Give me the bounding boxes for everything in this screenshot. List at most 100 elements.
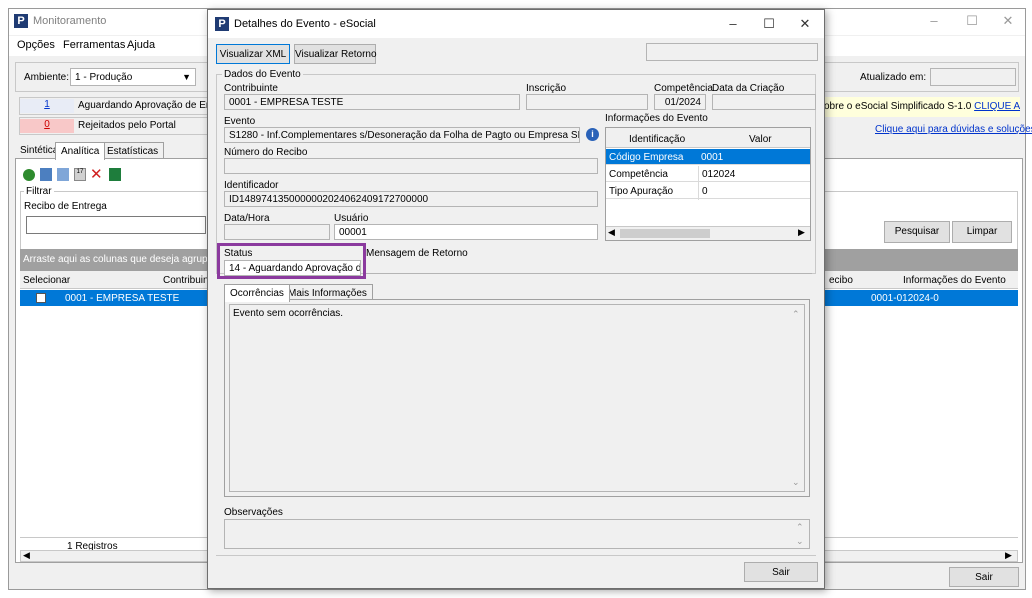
delete-icon[interactable]: ✕ bbox=[90, 165, 103, 183]
observacoes-label: Observações bbox=[224, 507, 283, 518]
copy-icon[interactable] bbox=[57, 168, 69, 181]
scroll-left-icon[interactable]: ◀ bbox=[23, 550, 30, 561]
info-col-valor[interactable]: Valor bbox=[746, 131, 775, 148]
dialog-minimize-icon[interactable]: – bbox=[718, 16, 748, 31]
row-checkbox[interactable] bbox=[36, 293, 46, 303]
main-sair-button[interactable]: Sair bbox=[949, 567, 1019, 587]
info-evento-table: Identificação Valor Código Empresa 0001 … bbox=[605, 127, 811, 241]
contribuinte-label: Contribuinte bbox=[224, 83, 278, 94]
menu-opcoes[interactable]: Opções bbox=[17, 39, 55, 51]
scroll-right-icon[interactable]: ▶ bbox=[1005, 550, 1012, 561]
minimize-icon[interactable]: – bbox=[919, 13, 949, 28]
info-table-header: Identificação Valor bbox=[606, 128, 810, 148]
dialog-title-bar: P Detalhes do Evento - eSocial – ☐ ✕ bbox=[208, 10, 824, 38]
menu-ferramentas[interactable]: Ferramentas bbox=[63, 39, 125, 51]
scroll-up-icon[interactable]: ⌃ bbox=[792, 309, 800, 320]
contribuinte-field: 0001 - EMPRESA TESTE bbox=[224, 94, 520, 110]
mensagem-retorno-label: Mensagem de Retorno bbox=[366, 248, 468, 259]
maximize-icon[interactable]: ☐ bbox=[957, 13, 987, 29]
scroll-right-icon[interactable]: ▶ bbox=[798, 227, 805, 238]
scroll-left-icon[interactable]: ◀ bbox=[608, 227, 615, 238]
obs-scroll-up-icon[interactable]: ⌃ bbox=[796, 522, 804, 533]
group-hint: Arraste aqui as colunas que deseja agrup… bbox=[23, 254, 217, 265]
col-selecionar[interactable]: Selecionar bbox=[20, 272, 73, 289]
dialog-logo-icon: P bbox=[215, 17, 229, 31]
numero-recibo-field bbox=[224, 158, 598, 174]
export-icon[interactable] bbox=[40, 168, 52, 181]
tab-ocorrencias[interactable]: Ocorrências bbox=[224, 284, 290, 302]
competencia-label: Competência bbox=[654, 83, 713, 94]
list-item[interactable]: Tipo Apuração 0 bbox=[606, 183, 810, 200]
info-row-valor: 0001 bbox=[701, 152, 724, 163]
pesquisar-button[interactable]: Pesquisar bbox=[884, 221, 950, 243]
info-row-id: Código Empresa bbox=[609, 152, 684, 163]
excel-icon[interactable] bbox=[109, 168, 121, 181]
info-row-id: Tipo Apuração bbox=[609, 186, 674, 197]
list-item[interactable]: Competência 012024 bbox=[606, 166, 810, 183]
info-table-scrollbar[interactable]: ◀ ▶ bbox=[606, 226, 810, 240]
data-criacao-label: Data da Criação bbox=[712, 83, 785, 94]
col-recibo[interactable]: ecibo bbox=[826, 272, 856, 289]
col-info[interactable]: Informações do Evento bbox=[900, 272, 1009, 289]
chevron-down-icon: ▼ bbox=[182, 72, 191, 82]
recibo-label: Recibo de Entrega bbox=[24, 201, 107, 212]
scroll-thumb[interactable] bbox=[620, 229, 710, 238]
ocorrencias-panel: Evento sem ocorrências. ⌃ ⌄ bbox=[224, 299, 810, 497]
dialog-sair-button[interactable]: Sair bbox=[744, 562, 818, 582]
info-icon[interactable]: i bbox=[586, 128, 599, 141]
dialog-top-field bbox=[646, 43, 818, 61]
visualizar-xml-button[interactable]: Visualizar XML bbox=[216, 44, 290, 64]
app-logo-icon: P bbox=[14, 14, 28, 28]
info-row-valor: 0 bbox=[698, 183, 711, 200]
dialog-footer-divider bbox=[216, 555, 816, 556]
calendar-icon[interactable]: 17 bbox=[74, 168, 86, 181]
dialog-maximize-icon[interactable]: ☐ bbox=[754, 16, 784, 32]
status-label: Status bbox=[224, 248, 253, 259]
status-count-rejeitados[interactable]: 0 bbox=[20, 119, 74, 133]
close-icon[interactable]: ✕ bbox=[993, 13, 1023, 29]
status-label-aguardando: Aguardando Aprovação de Envio bbox=[78, 100, 225, 111]
status-field: 14 - Aguardando Aprovação de Er bbox=[224, 260, 361, 276]
limpar-button[interactable]: Limpar bbox=[952, 221, 1012, 243]
dialog-close-icon[interactable]: ✕ bbox=[790, 16, 820, 32]
tab-analitica[interactable]: Analítica bbox=[55, 142, 106, 160]
info-banner: obre o eSocial Simplificado S-1.0 CLIQUE… bbox=[824, 97, 1020, 117]
menu-ajuda[interactable]: Ajuda bbox=[127, 39, 155, 51]
info-col-identificacao[interactable]: Identificação bbox=[626, 131, 688, 148]
visualizar-retorno-button[interactable]: Visualizar Retorno bbox=[294, 44, 377, 64]
list-item[interactable]: Código Empresa 0001 bbox=[606, 149, 810, 165]
status-count-aguardando[interactable]: 1 bbox=[20, 99, 74, 113]
info-row-id: Competência bbox=[609, 169, 668, 180]
competencia-field: 01/2024 bbox=[654, 94, 706, 110]
recibo-input[interactable] bbox=[26, 216, 206, 234]
evento-field: S1280 - Inf.Complementares s/Desoneração… bbox=[224, 127, 580, 143]
data-hora-field bbox=[224, 224, 330, 240]
mensagem-retorno-field bbox=[366, 260, 812, 274]
globe-icon[interactable] bbox=[23, 169, 35, 181]
numero-recibo-label: Número do Recibo bbox=[224, 147, 308, 158]
help-link[interactable]: Clique aqui para dúvidas e soluções bbox=[875, 124, 1032, 135]
identificador-field: ID1489741350000002024062409172700000 bbox=[224, 191, 598, 207]
usuario-label: Usuário bbox=[334, 213, 369, 224]
identificador-label: Identificador bbox=[224, 180, 279, 191]
ocorrencias-textarea[interactable]: Evento sem ocorrências. ⌃ ⌄ bbox=[229, 304, 805, 492]
detalhes-dialog: P Detalhes do Evento - eSocial – ☐ ✕ Vis… bbox=[207, 9, 825, 589]
atualizado-label: Atualizado em: bbox=[860, 72, 927, 83]
info-evento-label: Informações do Evento bbox=[605, 113, 708, 124]
atualizado-field bbox=[930, 68, 1016, 86]
row-info: 0001-012024-0 bbox=[871, 293, 939, 304]
dialog-title: Detalhes do Evento - eSocial bbox=[234, 18, 376, 30]
clique-aqui-link[interactable]: CLIQUE AQUI bbox=[974, 101, 1020, 112]
ambiente-select[interactable]: 1 - Produção ▼ bbox=[70, 68, 196, 86]
status-row-2[interactable]: 0 Rejeitados pelo Portal bbox=[19, 117, 209, 135]
main-title: Monitoramento bbox=[33, 15, 107, 27]
scroll-down-icon[interactable]: ⌄ bbox=[792, 477, 800, 488]
obs-scroll-down-icon[interactable]: ⌄ bbox=[796, 536, 804, 547]
observacoes-field[interactable] bbox=[224, 519, 810, 549]
evento-label: Evento bbox=[224, 116, 256, 127]
filter-title: Filtrar bbox=[24, 186, 54, 197]
ocorrencias-text: Evento sem ocorrências. bbox=[233, 308, 344, 319]
data-hora-label: Data/Hora bbox=[224, 213, 270, 224]
status-row-1[interactable]: 1 Aguardando Aprovação de Envio bbox=[19, 97, 224, 115]
dados-evento-title: Dados do Evento bbox=[222, 69, 303, 80]
